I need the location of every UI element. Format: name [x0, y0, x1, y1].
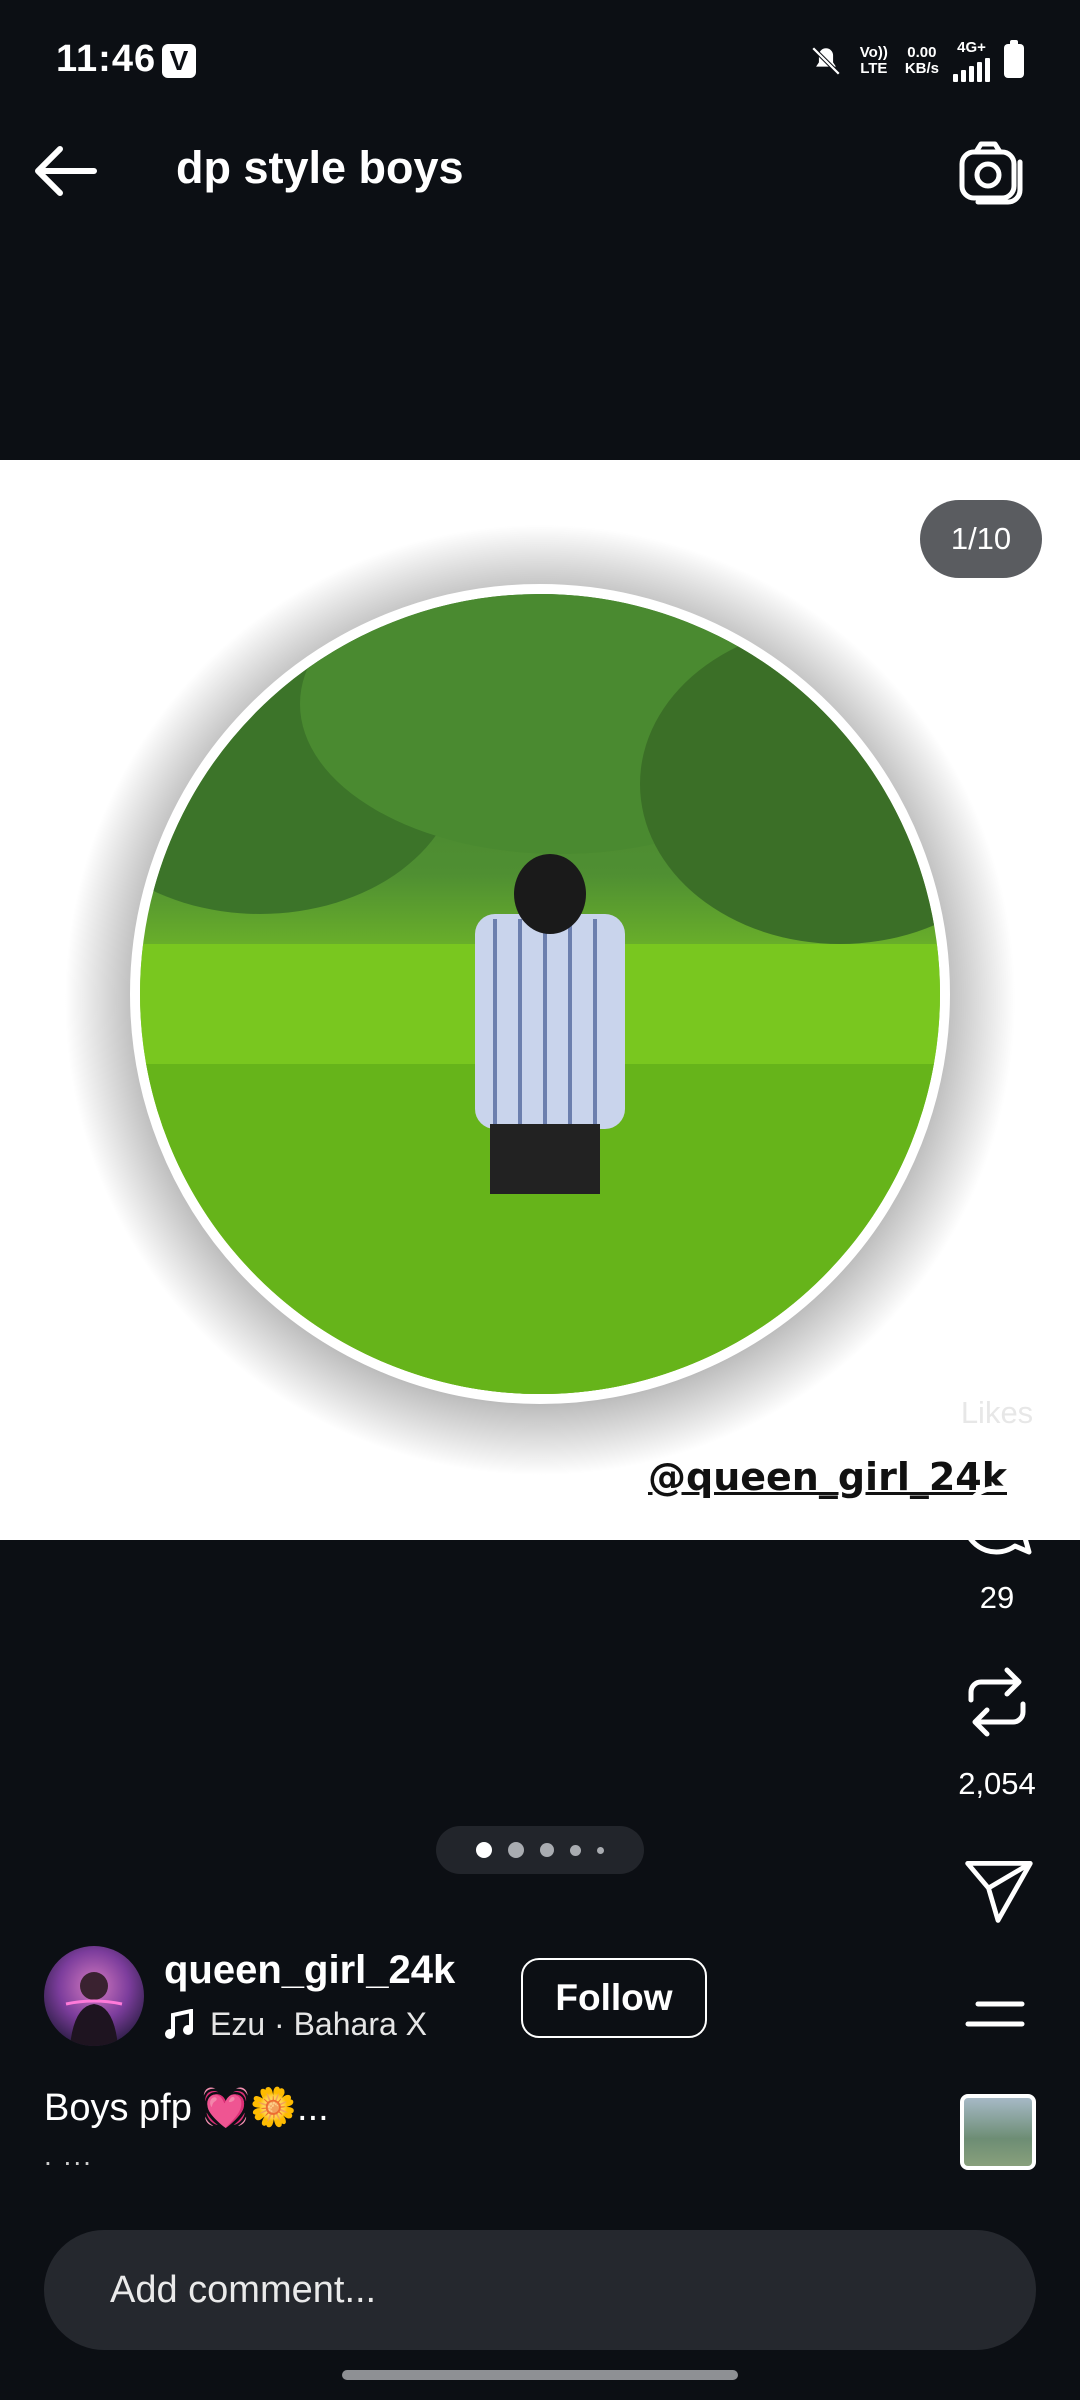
carousel-dot	[570, 1844, 581, 1856]
menu-lines-icon	[965, 2001, 1025, 2027]
arrow-left-icon	[35, 146, 97, 196]
more-options-button[interactable]	[960, 1978, 1040, 2058]
heart-icon	[960, 1294, 1034, 1366]
speed-unit: KB/s	[904, 60, 939, 77]
profile-photo-circle	[130, 584, 950, 1404]
carousel-dot	[597, 1846, 604, 1854]
reposts-count: 2,054	[958, 1766, 1036, 1801]
share-button[interactable]	[960, 1852, 1040, 1932]
audio-thumbnail-button[interactable]	[960, 2094, 1036, 2170]
battery-icon	[1004, 40, 1024, 78]
field-scene	[140, 594, 940, 1394]
music-title: Ezu · Bahara X	[210, 2006, 427, 2042]
comment-input[interactable]: Add comment...	[44, 2230, 1036, 2350]
repost-icon	[968, 1667, 1026, 1737]
camera-button[interactable]	[956, 138, 1026, 208]
avatar[interactable]	[44, 1946, 144, 2046]
comment-button[interactable]	[957, 1480, 1037, 1560]
camera-icon	[959, 141, 1023, 205]
status-time: 11:46	[56, 38, 157, 80]
author-username[interactable]: queen_girl_24k	[164, 1948, 455, 1993]
app-badge-icon: V	[162, 44, 196, 78]
back-button[interactable]	[30, 140, 102, 202]
speed-value: 0.00	[907, 44, 937, 61]
avatar-figure	[65, 1972, 123, 2046]
signal-icon	[953, 56, 990, 82]
post-caption[interactable]: Boys pfp 💓🌼...	[44, 2086, 329, 2130]
network-indicator: 4G+	[953, 40, 990, 82]
mute-icon	[811, 46, 841, 76]
page-counter: 1/10	[920, 500, 1042, 578]
send-icon	[965, 1861, 1033, 1923]
music-note-icon	[165, 2008, 193, 2039]
speed-indicator: 0.00 KB/s	[905, 45, 939, 77]
network-type: 4G+	[957, 39, 986, 56]
repost-button[interactable]	[957, 1662, 1037, 1742]
page-title: dp style boys	[176, 142, 464, 193]
watermark-text: @queen_girl_24k	[648, 1455, 1007, 1499]
carousel-dot	[540, 1843, 554, 1857]
status-indicators: Vo)) LTE 0.00 KB/s 4G+	[809, 40, 1024, 82]
likes-label: Likes	[960, 1395, 1034, 1430]
comments-count: 29	[979, 1580, 1015, 1615]
home-indicator[interactable]	[342, 2370, 738, 2380]
follow-button[interactable]: Follow	[521, 1958, 707, 2038]
music-info[interactable]: Ezu · Bahara X	[164, 2006, 427, 2043]
carousel-indicator	[436, 1826, 644, 1874]
like-button[interactable]	[957, 1293, 1037, 1373]
post-image[interactable]	[0, 460, 1080, 1540]
comment-bubble-icon	[961, 1485, 1034, 1555]
carousel-dot	[508, 1842, 524, 1858]
carousel-dot	[476, 1842, 492, 1858]
caption-more[interactable]: . ...	[44, 2140, 93, 2172]
volte-indicator: Vo)) LTE	[859, 44, 888, 77]
